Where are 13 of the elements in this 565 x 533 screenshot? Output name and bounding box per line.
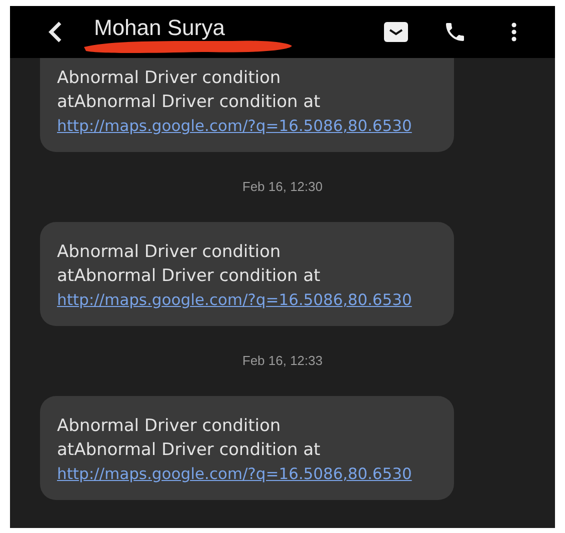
message-text: Abnormal Driver condition atAbnormal Driver condition at (57, 67, 322, 114)
message-text: Abnormal Driver condition atAbnormal Driver condition at (57, 241, 322, 288)
phone-icon[interactable] (443, 20, 467, 44)
message-text: Abnormal Driver condition atAbnormal Driver condition at (57, 415, 322, 462)
mail-icon[interactable] (383, 21, 409, 43)
timestamp: Feb 16, 12:30 (242, 178, 323, 196)
map-link[interactable]: http://maps.google.com/?q=16.5086,80.6530 (57, 462, 437, 486)
more-icon[interactable] (511, 22, 517, 42)
back-icon[interactable] (48, 21, 62, 43)
timestamp: Feb 16, 12:33 (242, 352, 323, 370)
map-link[interactable]: http://maps.google.com/?q=16.5086,80.6530 (57, 114, 437, 138)
map-link[interactable]: http://maps.google.com/?q=16.5086,80.6530 (57, 288, 437, 312)
contact-name: Mohan Surya (94, 14, 225, 42)
